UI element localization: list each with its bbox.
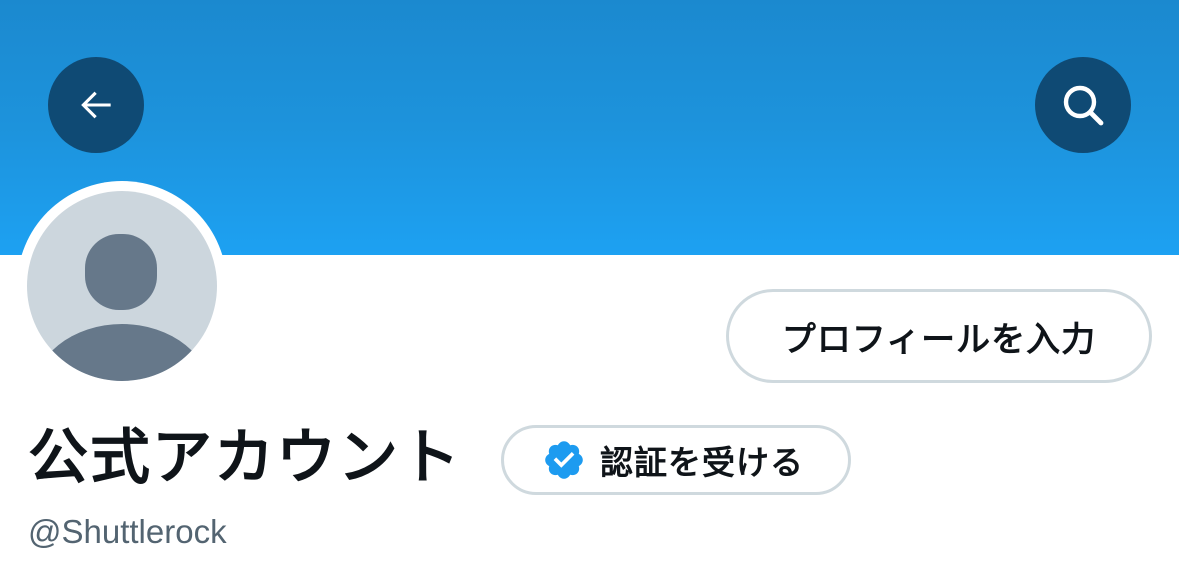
avatar[interactable] bbox=[27, 191, 217, 381]
profile-page: プロフィールを入力 公式アカウント 認証を受ける @Shuttlerock bbox=[0, 0, 1179, 588]
default-avatar-icon bbox=[33, 234, 211, 381]
get-verified-button[interactable]: 認証を受ける bbox=[501, 425, 851, 495]
search-button[interactable] bbox=[1035, 57, 1131, 153]
back-button[interactable] bbox=[48, 57, 144, 153]
arrow-left-icon bbox=[81, 91, 111, 119]
search-icon bbox=[1063, 85, 1104, 126]
get-verified-label: 認証を受ける bbox=[600, 443, 804, 482]
verified-badge-icon bbox=[545, 441, 583, 479]
display-name: 公式アカウント bbox=[28, 423, 462, 493]
edit-profile-button[interactable]: プロフィールを入力 bbox=[726, 289, 1152, 383]
username-handle: @Shuttlerock bbox=[28, 513, 227, 550]
